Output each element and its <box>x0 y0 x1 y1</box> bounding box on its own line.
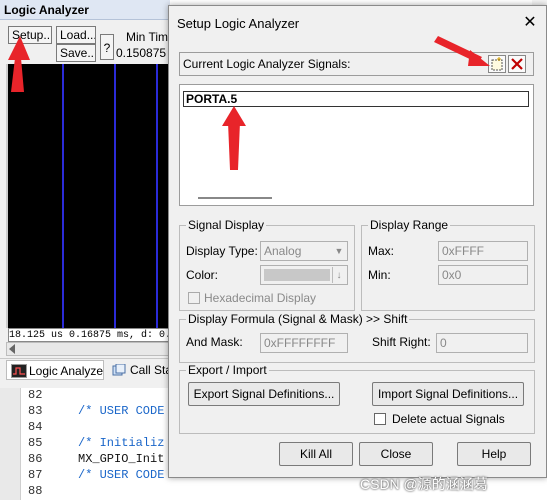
arrow-new-icon-head <box>468 50 490 66</box>
annotation-arrows <box>8 36 490 170</box>
arrow-signal-shaft <box>228 122 240 170</box>
arrow-setup-shaft <box>11 58 24 92</box>
arrow-setup-head <box>8 36 30 60</box>
watermark: CSDN @源的涵涵葛 <box>360 476 488 492</box>
arrow-signal-head <box>222 106 246 126</box>
